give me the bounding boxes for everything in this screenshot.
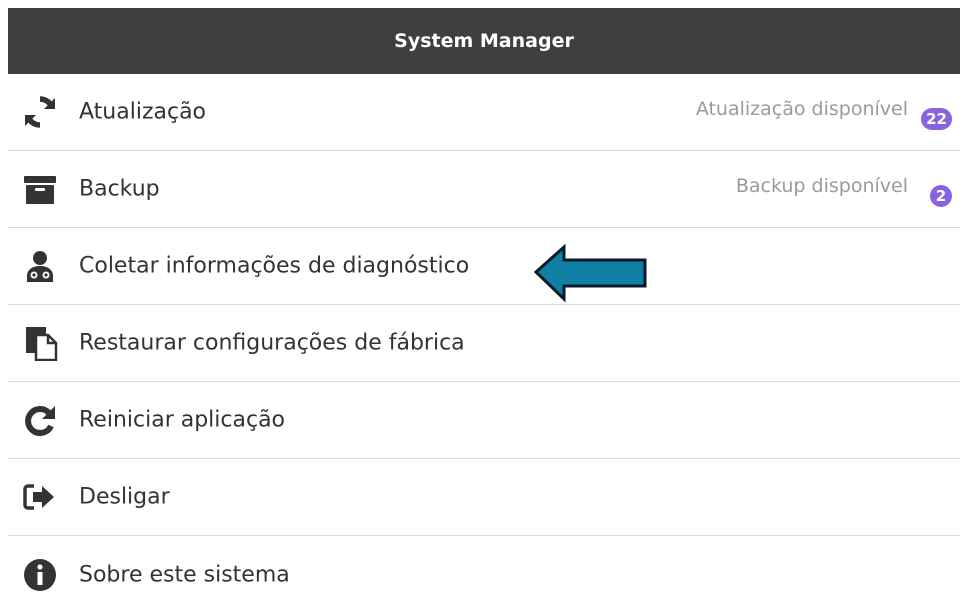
menu-item-atualizacao[interactable]: Atualização Atualização disponível 22	[8, 74, 960, 151]
menu-item-desligar[interactable]: Desligar	[8, 459, 960, 536]
menu-item-backup[interactable]: Backup Backup disponível 2	[8, 151, 960, 228]
menu-list: Atualização Atualização disponível 22 Ba…	[8, 74, 960, 613]
documents-icon	[20, 323, 60, 363]
info-icon	[20, 555, 60, 595]
menu-item-sobre[interactable]: Sobre este sistema	[8, 536, 960, 613]
update-count-badge: 22	[921, 108, 952, 130]
sign-out-icon	[20, 477, 60, 517]
archive-box-icon	[20, 169, 60, 209]
menu-item-label: Backup	[79, 176, 160, 202]
menu-item-reiniciar[interactable]: Reiniciar aplicação	[8, 382, 960, 459]
menu-item-diagnostico[interactable]: Coletar informações de diagnóstico	[8, 228, 960, 305]
menu-item-label: Restaurar configurações de fábrica	[79, 330, 465, 356]
menu-item-label: Reiniciar aplicação	[79, 407, 286, 433]
menu-item-label: Atualização	[79, 99, 207, 125]
restart-icon	[20, 400, 60, 440]
title-bar: System Manager	[8, 8, 960, 74]
page-title: System Manager	[394, 30, 574, 52]
menu-item-label: Desligar	[79, 484, 170, 510]
doctor-icon	[20, 246, 60, 286]
menu-item-label: Sobre este sistema	[79, 562, 290, 587]
pointer-arrow-annotation	[533, 244, 647, 303]
update-status: Atualização disponível	[695, 98, 908, 120]
menu-item-label: Coletar informações de diagnóstico	[79, 253, 470, 279]
backup-status: Backup disponível	[735, 175, 908, 197]
menu-item-restaurar[interactable]: Restaurar configurações de fábrica	[8, 305, 960, 382]
backup-count-badge: 2	[930, 185, 952, 207]
refresh-icon	[20, 92, 60, 132]
